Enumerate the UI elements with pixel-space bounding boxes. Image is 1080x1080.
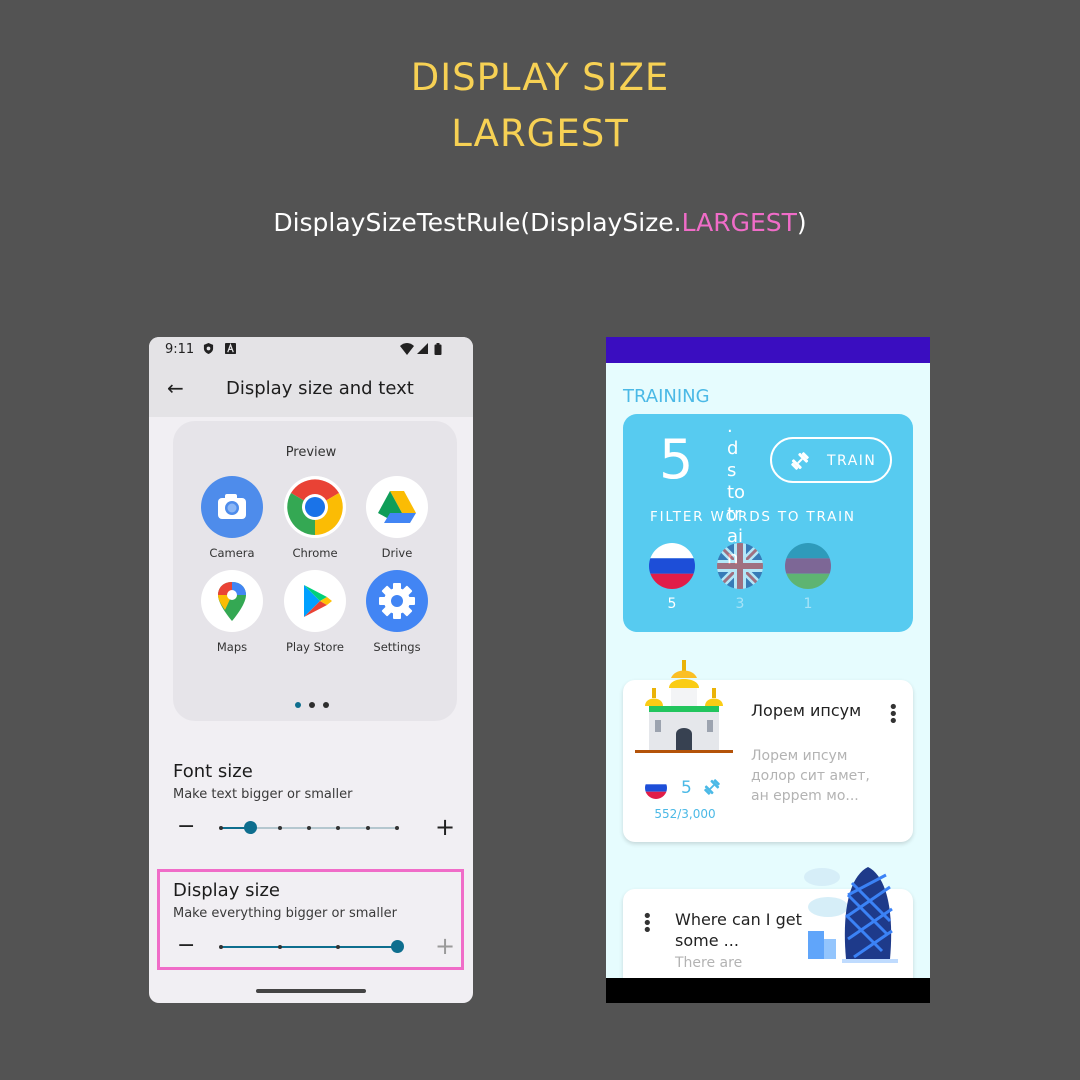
lesson-word-count: 5 (681, 778, 692, 798)
battery-icon (434, 343, 442, 355)
navigation-bar (606, 978, 930, 1003)
code-highlight: LARGEST (681, 208, 797, 237)
font-size-subtitle: Make text bigger or smaller (173, 787, 353, 802)
font-size-slider-tick (365, 826, 370, 830)
app-label: Chrome (292, 546, 338, 560)
font-size-slider[interactable] (219, 821, 399, 834)
more-options-icon[interactable]: • • • (642, 908, 653, 940)
display-size-subtitle: Make everything bigger or smaller (173, 906, 397, 921)
training-card[interactable]: 5 . d s to tr ai n TRAIN FILTER WORDS TO… (623, 414, 913, 632)
font-size-slider-tick (219, 826, 223, 830)
page-title-line-1: DISPLAY SIZE (410, 56, 670, 99)
church-illustration (635, 660, 733, 753)
chrome-icon (284, 476, 346, 538)
display-size-decrease-button[interactable]: − (177, 933, 195, 958)
flag-count: 3 (735, 596, 745, 612)
app-chrome: Chrome (275, 476, 355, 560)
train-button[interactable]: TRAIN (770, 437, 892, 483)
train-button-label: TRAIN (827, 453, 877, 469)
lesson-card[interactable]: Лорем ипсум Лорем ипсум долор сит амет, … (623, 660, 913, 842)
play-store-icon (284, 570, 346, 632)
unknown-flag-icon[interactable] (785, 543, 831, 589)
words-count: 5 (659, 428, 694, 491)
flag-count: 1 (803, 596, 813, 612)
app-label: Camera (209, 546, 255, 560)
wifi-icon (400, 343, 414, 355)
font-size-title: Font size (173, 761, 253, 782)
gherkin-illustration (804, 867, 898, 963)
uk-flag-icon[interactable] (717, 543, 763, 589)
font-size-increase-button[interactable]: + (435, 813, 455, 841)
display-size-slider[interactable] (219, 940, 404, 953)
app-label: Settings (373, 640, 421, 654)
page-dot[interactable] (323, 702, 329, 708)
dumbbell-icon[interactable] (703, 779, 721, 795)
app-label: Drive (381, 546, 413, 560)
app-label: Maps (216, 640, 248, 654)
signal-icon (417, 343, 428, 354)
back-arrow-icon[interactable]: ← (167, 376, 184, 400)
lesson-title: Лорем ипсум (751, 701, 862, 720)
gesture-nav-bar[interactable] (256, 989, 366, 993)
display-size-slider-fill (221, 946, 397, 948)
font-size-slider-tick (307, 826, 311, 830)
display-size-increase-button[interactable]: + (435, 932, 455, 960)
app-camera: Camera (192, 476, 272, 560)
russia-flag-icon[interactable] (649, 543, 695, 589)
screen-title: Display size and text (226, 378, 414, 399)
code-prefix: DisplaySizeTestRule(DisplaySize. (273, 208, 682, 237)
lesson-description: There are (675, 955, 743, 971)
page-dot[interactable] (295, 702, 301, 708)
font-size-slider-tick (395, 826, 399, 830)
display-size-slider-tick (277, 945, 282, 949)
app-label: Play Store (285, 640, 345, 654)
app-maps: Maps (192, 570, 272, 654)
lesson-title: Where can I get some ... (675, 910, 802, 950)
status-bar (606, 337, 930, 363)
page-title-line-2: LARGEST (451, 112, 629, 155)
app-phone-screen: TRAINING 5 . d s to tr ai n TRAIN FILTER… (606, 337, 930, 1003)
flag-count: 5 (667, 596, 677, 612)
shield-icon (203, 343, 214, 354)
display-size-slider-thumb[interactable] (391, 940, 404, 953)
status-bar: 9:11 (149, 337, 473, 361)
display-size-slider-tick (219, 945, 223, 949)
status-time: 9:11 (165, 342, 195, 357)
code-caption: DisplaySizeTestRule(DisplaySize.LARGEST) (0, 208, 1080, 237)
app-settings: Settings (357, 570, 437, 654)
russia-flag-icon (645, 777, 667, 799)
top-app-bar: ← Display size and text (149, 361, 473, 417)
lesson-description: Лорем ипсум долор сит амет, ан ерреm мо.… (751, 748, 870, 804)
lesson-progress: 552/3,000 (654, 807, 716, 821)
preview-label: Preview (285, 445, 337, 460)
maps-icon (201, 570, 263, 632)
more-options-icon[interactable]: • • • (888, 699, 899, 731)
code-suffix: ) (796, 208, 807, 237)
app-play-store: Play Store (275, 570, 355, 654)
app-drive: Drive (357, 476, 437, 560)
font-size-slider-thumb[interactable] (244, 821, 258, 834)
page-indicator (295, 693, 337, 712)
settings-phone-screen: 9:11 ← Display size and text Preview Cam… (149, 337, 473, 1003)
drive-icon (366, 476, 428, 538)
display-size-title: Display size (173, 880, 280, 901)
font-size-slider-tick (277, 826, 282, 830)
settings-icon (366, 570, 428, 632)
camera-icon (201, 476, 263, 538)
page-dot[interactable] (309, 702, 315, 708)
font-size-decrease-button[interactable]: − (177, 814, 195, 839)
font-size-slider-tick (336, 826, 341, 830)
filter-label: FILTER WORDS TO TRAIN (650, 509, 856, 525)
a-icon (225, 343, 236, 354)
dumbbell-icon (790, 452, 810, 474)
training-section-label: TRAINING (623, 386, 710, 407)
